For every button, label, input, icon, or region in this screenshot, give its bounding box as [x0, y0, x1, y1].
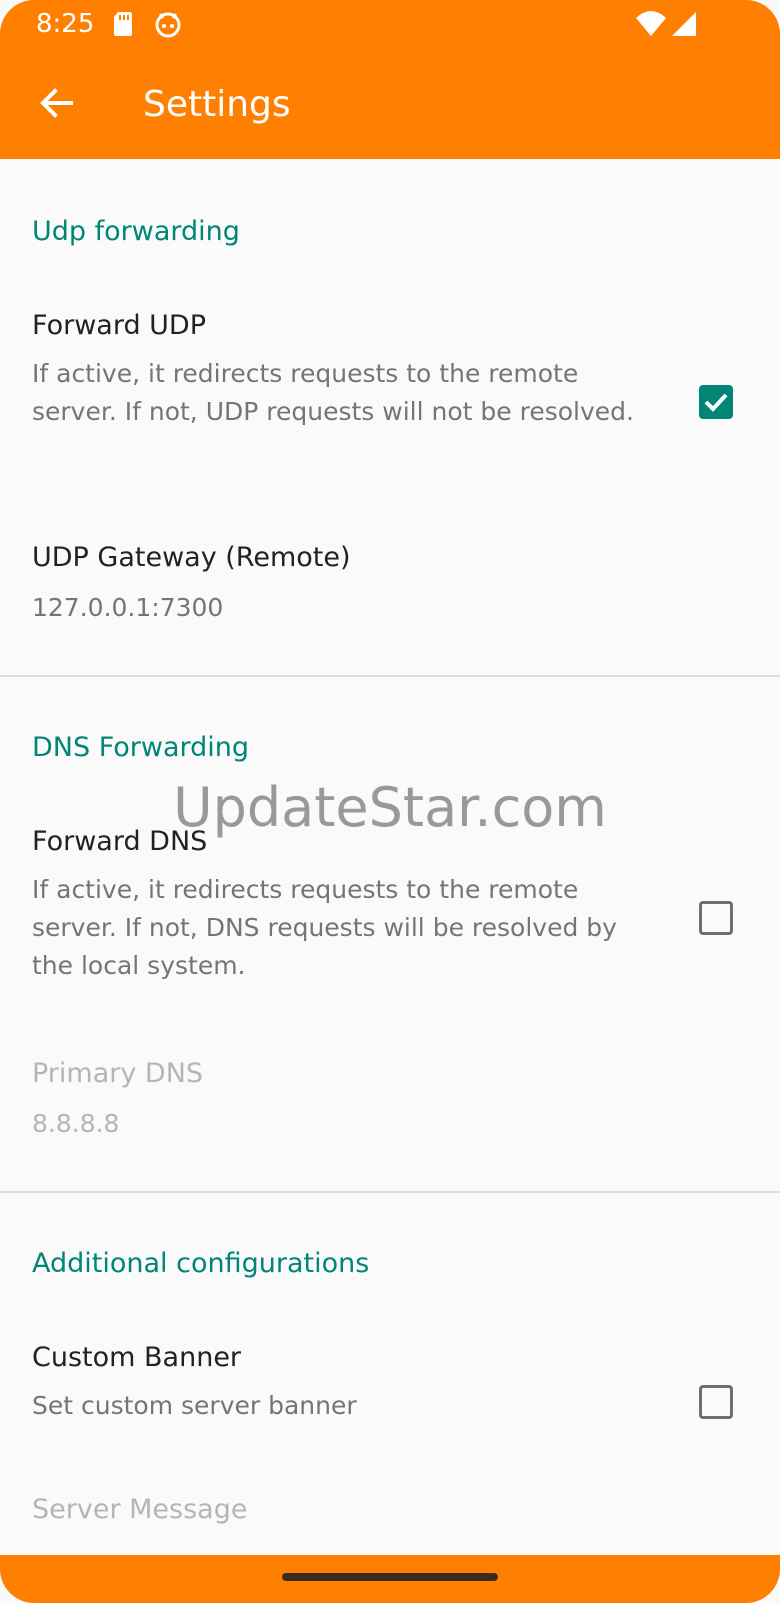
section-header-additional: Additional configurations [32, 1248, 370, 1279]
pref-value: 8.8.8.8 [32, 1109, 120, 1138]
home-gesture-handle[interactable] [282, 1573, 498, 1581]
settings-screen: 8:25 Settings Udp forwarding Forward UDP… [0, 0, 780, 1603]
pref-forward-udp[interactable]: Forward UDP If active, it redirects requ… [0, 279, 780, 519]
pref-custom-banner[interactable]: Custom Banner Set custom server banner [0, 1311, 780, 1471]
forward-udp-checkbox[interactable] [699, 385, 733, 419]
pref-title: Server Message [32, 1494, 248, 1525]
pref-title: Primary DNS [32, 1058, 204, 1089]
settings-list[interactable]: Udp forwarding Forward UDP If active, it… [0, 159, 780, 1555]
pref-title: Custom Banner [32, 1342, 242, 1373]
section-header-dns: DNS Forwarding [32, 732, 250, 763]
back-button[interactable] [28, 78, 84, 128]
pref-summary: If active, it redirects requests to the … [32, 359, 634, 426]
wifi-icon [636, 11, 666, 36]
pref-summary: Set custom server banner [32, 1391, 357, 1420]
status-time: 8:25 [36, 9, 95, 39]
watermark: UpdateStar.com [173, 776, 607, 839]
sd-card-icon [114, 12, 132, 36]
forward-dns-checkbox[interactable] [699, 901, 733, 935]
section-header-udp: Udp forwarding [32, 216, 240, 247]
divider [0, 1191, 780, 1193]
divider [0, 675, 780, 677]
arrow-back-icon [40, 88, 73, 118]
pref-udp-gateway[interactable]: UDP Gateway (Remote) 127.0.0.1:7300 [0, 519, 780, 659]
custom-banner-checkbox[interactable] [699, 1385, 733, 1419]
pref-primary-dns: Primary DNS 8.8.8.8 [0, 1035, 780, 1175]
pref-value: 127.0.0.1:7300 [32, 593, 224, 622]
android-icon [155, 12, 181, 38]
pref-summary: If active, it redirects requests to the … [32, 875, 617, 980]
signal-icon [672, 12, 696, 36]
pref-title: Forward UDP [32, 310, 206, 341]
pref-title: UDP Gateway (Remote) [32, 542, 351, 573]
navigation-bar [0, 1555, 780, 1603]
pref-server-message: Server Message [0, 1471, 780, 1555]
app-bar: 8:25 Settings [0, 0, 780, 159]
page-title: Settings [143, 84, 291, 125]
check-icon [704, 393, 728, 412]
